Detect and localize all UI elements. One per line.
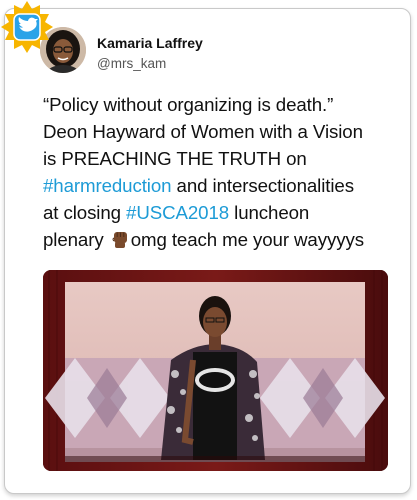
raised-fist-emoji-icon <box>112 232 127 248</box>
tweet-line: is PREACHING THE TRUTH on <box>43 148 307 169</box>
tweet-text-segment: omg teach me your wayyyys <box>130 229 364 250</box>
tweet-line: Deon Hayward of Women with a Vision <box>43 121 363 142</box>
hashtag-link[interactable]: #harmreduction <box>43 175 172 196</box>
tweet-text-segment: and intersectionalities <box>171 175 355 196</box>
tweet-line: plenary omg teach me your wayyyys <box>43 226 403 253</box>
tweet-line: #harmreduction and intersectionalities <box>43 172 403 199</box>
tweet-text: “Policy without organizing is death.” De… <box>43 91 403 253</box>
twitter-bird-icon <box>1 1 53 53</box>
tweet-text-segment: luncheon <box>229 202 310 223</box>
tweet-text-segment: plenary <box>43 229 109 250</box>
author-name[interactable]: Kamaria Laffrey <box>97 35 203 51</box>
tweet-photo[interactable] <box>43 270 388 471</box>
tweet-text-segment: at closing <box>43 202 127 223</box>
hashtag-link[interactable]: #USCA2018 <box>126 202 229 223</box>
author-handle[interactable]: @mrs_kam <box>97 56 166 71</box>
tweet-line: “Policy without organizing is death.” <box>43 94 334 115</box>
tweet-line: at closing #USCA2018 luncheon <box>43 199 403 226</box>
speaker-photo <box>43 270 388 471</box>
